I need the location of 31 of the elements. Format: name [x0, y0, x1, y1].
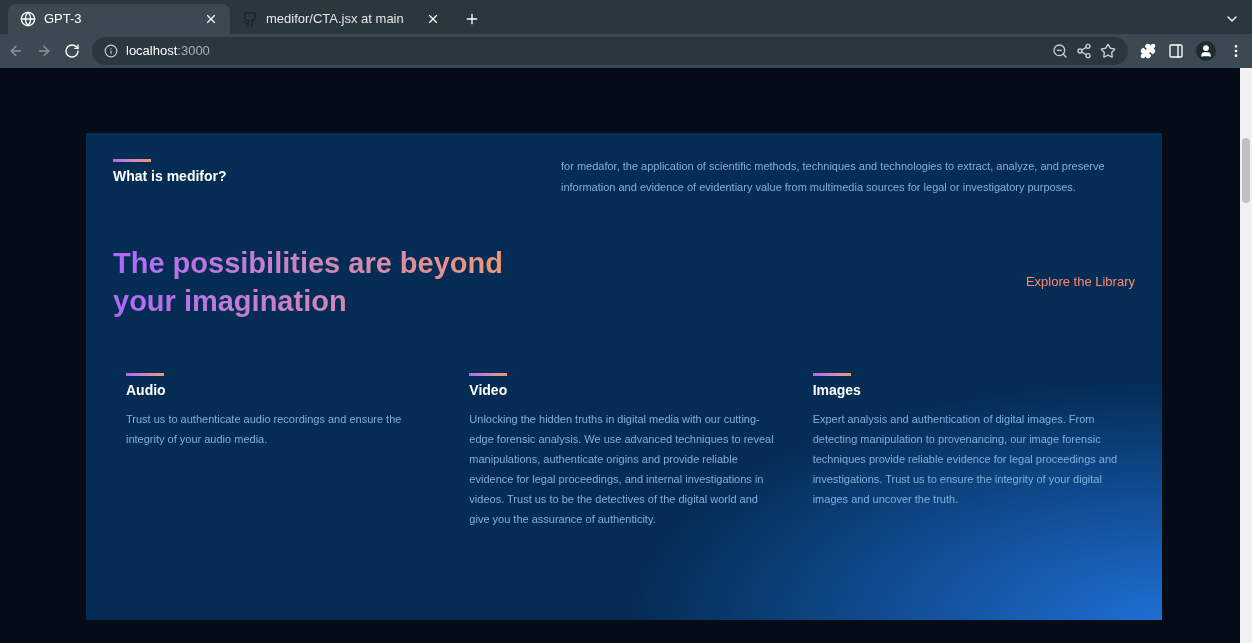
- tab-title: GPT-3: [44, 10, 83, 29]
- tab-title: medifor/CTA.jsx at main: [266, 10, 405, 29]
- explore-link[interactable]: Explore the Library: [1025, 272, 1135, 292]
- reload-icon[interactable]: [64, 43, 80, 59]
- zoom-icon[interactable]: [1052, 43, 1068, 59]
- address-bar[interactable]: localhost:3000: [92, 37, 1128, 65]
- section-heading: What is medifor?: [113, 167, 228, 186]
- feature-title: Video: [469, 381, 509, 400]
- close-icon[interactable]: [204, 12, 218, 26]
- share-icon[interactable]: [1076, 43, 1092, 59]
- browser-tab[interactable]: GPT-3: [8, 4, 230, 34]
- profile-icon[interactable]: [1196, 41, 1216, 61]
- browser-tab[interactable]: medifor/CTA.jsx at main: [230, 4, 452, 34]
- github-icon: [242, 11, 258, 27]
- side-panel-icon[interactable]: [1168, 43, 1184, 59]
- feature-text: Expert analysis and authentication of digital images. From detecting manipulation to provenancing, our image forensic techniques provide reliable evidence for legal proceedings and investigations. Trust us to ensure the integrity of your digital images and uncover the truth.: [812, 412, 1119, 507]
- star-icon[interactable]: [1100, 43, 1116, 59]
- close-icon[interactable]: [426, 12, 440, 26]
- extensions-icon[interactable]: [1140, 43, 1156, 59]
- back-icon[interactable]: [8, 43, 24, 59]
- scrollbar[interactable]: [1240, 68, 1252, 643]
- feature-text: Unlocking the hidden truths in digital media with our cutting-edge forensic analysis. We use advanced techniques to reveal manipulations, authenticate origins and provide reliable evidence for legal proceedings, and internal investigations in videos. Trust us to be the detectives of the digital world and give you the assurance of authenticity.: [469, 412, 775, 527]
- feature-title: Images: [812, 381, 862, 400]
- info-icon[interactable]: [104, 44, 118, 58]
- new-tab-icon[interactable]: [464, 11, 480, 27]
- forward-icon[interactable]: [36, 43, 52, 59]
- intro-paragraph: for medafor, the application of scientific methods, techniques and technologies to extract, analyze, and preserve information and evidence of evidentiary value from multimedia sources for legal or investigatory purposes.: [561, 159, 1106, 195]
- globe-icon: [20, 11, 36, 27]
- url-text: localhost:3000: [126, 42, 210, 61]
- feature-text: Trust us to authenticate audio recordings and ensure the integrity of your audio media.: [126, 412, 403, 447]
- feature-title: Audio: [126, 381, 167, 400]
